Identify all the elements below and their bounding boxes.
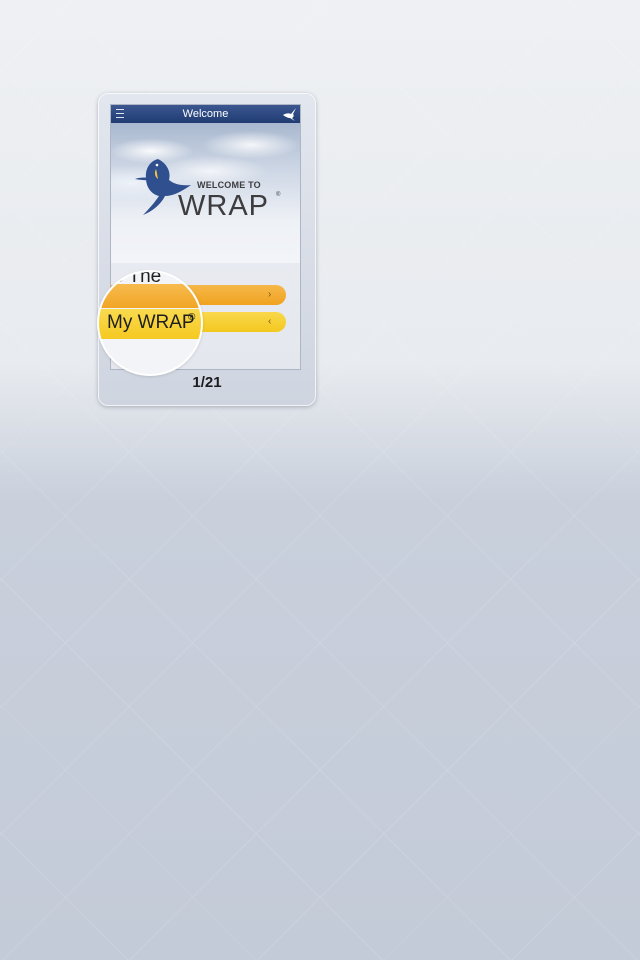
magnified-registered-mark: ® <box>188 312 196 323</box>
bird-icon <box>283 108 296 121</box>
preview-navbar: Welcome <box>111 105 300 123</box>
menu-icon <box>116 109 124 118</box>
logo-welcome-to: WELCOME TO <box>197 180 261 190</box>
magnified-orange-button <box>99 284 201 308</box>
preview-navbar-title: Welcome <box>182 108 229 120</box>
magnifier-lens: e The My WRAP ® <box>99 272 201 374</box>
chevron-right-icon: › <box>268 289 272 300</box>
magnified-my-wrap-label: My WRAP <box>107 312 195 333</box>
chevron-left-icon: ‹ <box>268 316 272 327</box>
welcome-hero: WELCOME TO WRAP ® <box>111 123 300 263</box>
logo-wrap: WRAP <box>178 190 269 222</box>
logo-registered-mark: ® <box>276 192 281 198</box>
page-counter: 1/21 <box>192 374 222 391</box>
